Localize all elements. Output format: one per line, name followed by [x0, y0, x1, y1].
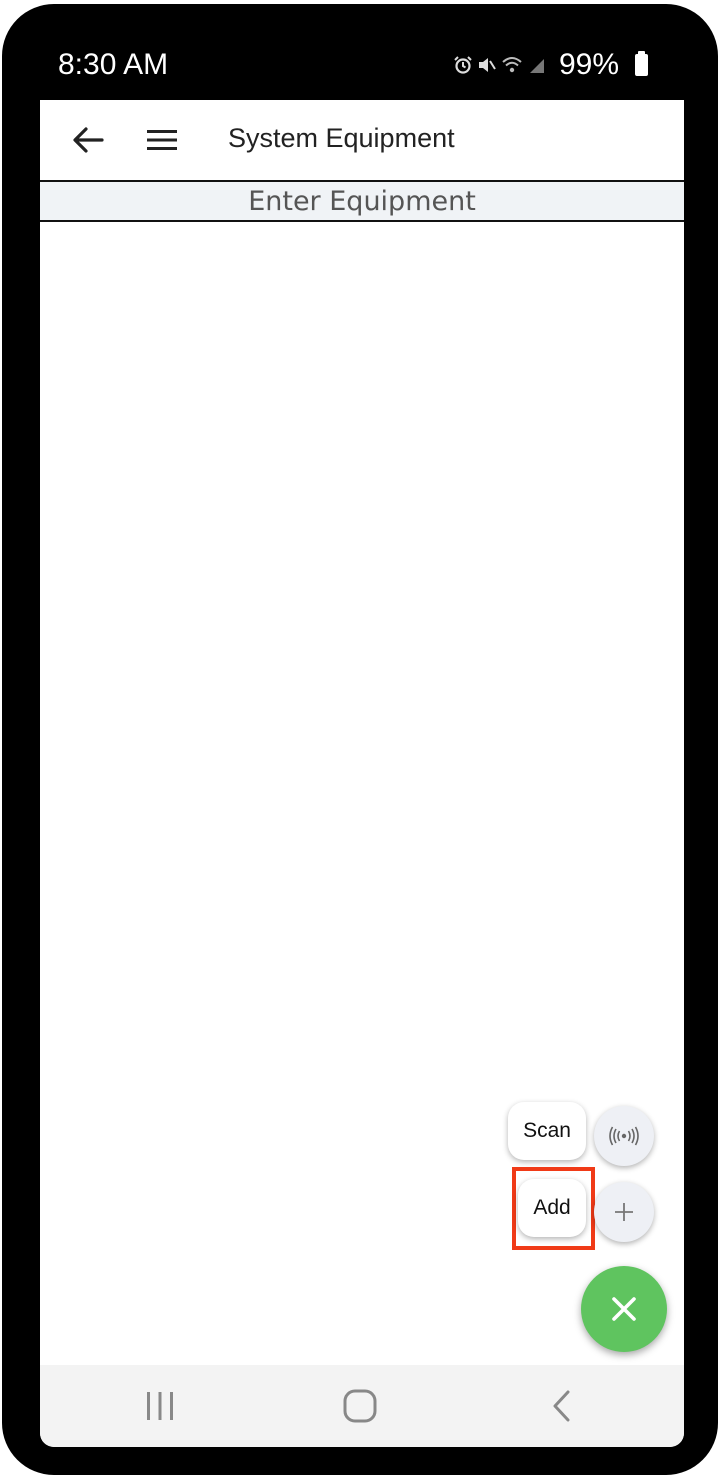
arrow-left-icon — [73, 127, 104, 153]
mute-icon — [478, 58, 496, 72]
status-right: 99% — [453, 48, 648, 82]
system-nav-bar — [40, 1365, 684, 1447]
back-icon — [553, 1390, 570, 1422]
add-label-button[interactable]: Add — [518, 1179, 586, 1237]
recent-apps-icon — [147, 1392, 173, 1420]
home-icon — [343, 1389, 377, 1423]
battery-icon — [635, 51, 648, 76]
recent-apps-button[interactable] — [130, 1383, 190, 1429]
battery-percent: 99% — [558, 48, 619, 81]
status-bar: 8:30 AM 99% — [40, 34, 684, 100]
home-button[interactable] — [330, 1383, 390, 1429]
menu-button[interactable] — [140, 118, 184, 162]
app-bar: System Equipment — [40, 100, 684, 180]
status-time: 8:30 AM — [58, 48, 169, 81]
wifi-icon — [502, 57, 522, 73]
scan-fab[interactable] — [594, 1106, 654, 1166]
nav-back-button[interactable] — [532, 1383, 592, 1429]
sub-header: Enter Equipment — [40, 180, 684, 222]
nfc-scan-icon — [609, 1126, 639, 1146]
scan-label-button[interactable]: Scan — [508, 1102, 586, 1160]
back-button[interactable] — [66, 118, 110, 162]
signal-icon — [529, 59, 544, 73]
plus-icon — [615, 1203, 633, 1221]
page-title: System Equipment — [228, 123, 455, 153]
alarm-icon — [454, 56, 472, 74]
add-fab[interactable] — [594, 1182, 654, 1242]
status-icons — [453, 55, 547, 75]
speed-dial-close-button[interactable] — [581, 1266, 667, 1352]
sub-header-label: Enter Equipment — [248, 185, 476, 217]
close-icon — [612, 1297, 636, 1321]
add-label: Add — [533, 1196, 571, 1219]
app-screen: System Equipment Enter Equipment Scan Ad… — [40, 100, 684, 1447]
hamburger-menu-icon — [147, 130, 177, 150]
phone-frame: 8:30 AM 99% System Equipment Enter Equip… — [2, 4, 718, 1475]
scan-label: Scan — [523, 1119, 571, 1142]
